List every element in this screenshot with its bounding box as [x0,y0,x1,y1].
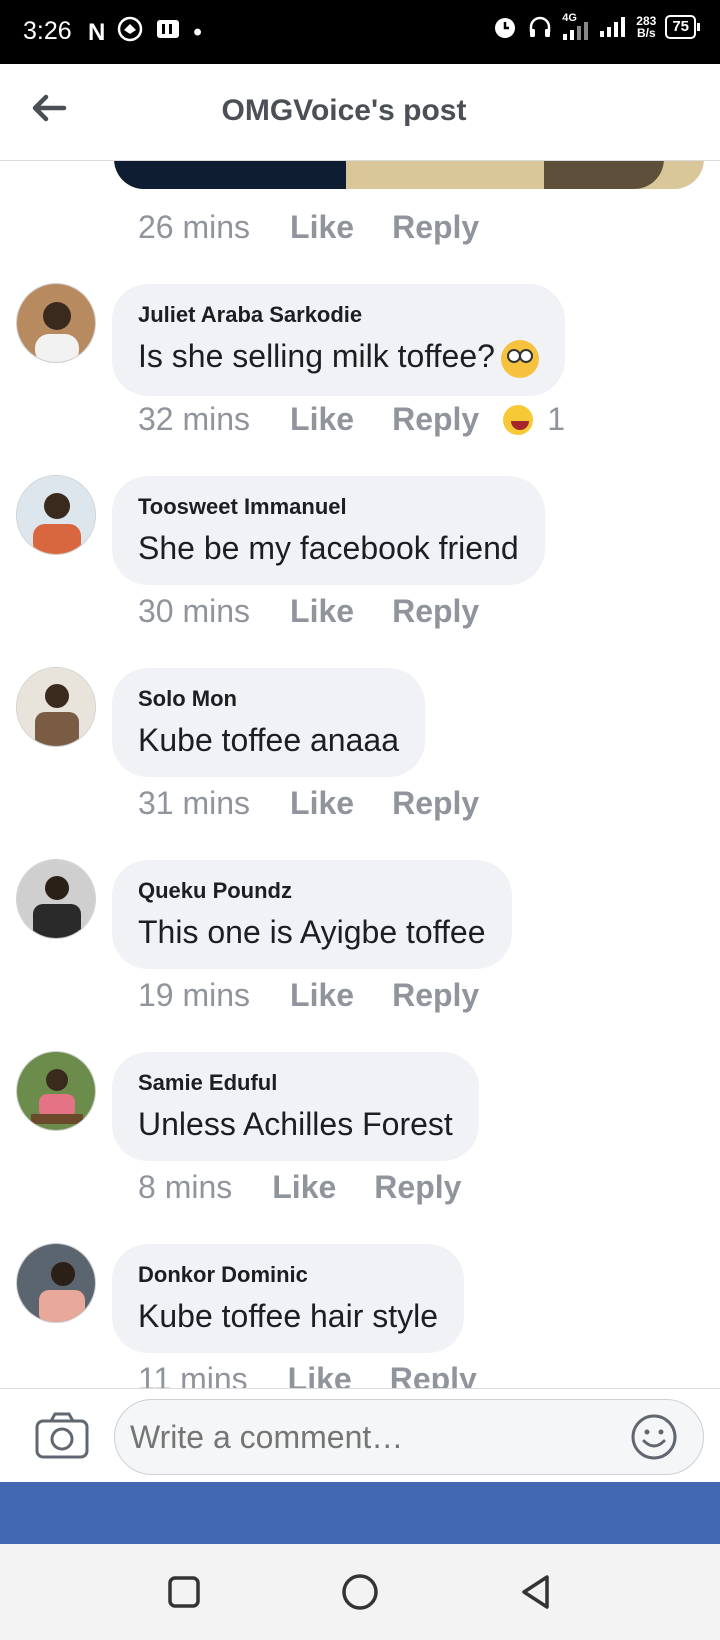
comment-text: She be my facebook friend [138,530,519,566]
comment-author[interactable]: Toosweet Immanuel [138,494,519,520]
signal-icon [600,17,626,37]
comment-bubble[interactable]: Queku Poundz This one is Ayigbe toffee [112,860,512,969]
comment-text: Unless Achilles Forest [138,1106,453,1142]
laughing-emoji-icon [501,402,536,437]
like-button[interactable]: Like [288,1361,352,1388]
avatar[interactable] [16,859,96,939]
avatar[interactable] [16,667,96,747]
comment-actions: 26 mins Like Reply [138,209,479,246]
reply-button[interactable]: Reply [392,593,479,630]
comment-time: 26 mins [138,209,251,245]
comment-input[interactable] [114,1399,704,1475]
status-notification-icons: N • [88,16,202,50]
comment-bubble[interactable]: Samie Eduful Unless Achilles Forest [112,1052,479,1161]
smiley-icon[interactable] [630,1413,678,1461]
comment-author[interactable]: Juliet Araba Sarkodie [138,302,539,328]
comment-text: Is she selling milk toffee? [138,338,539,378]
avatar[interactable] [16,1243,96,1323]
comment-actions: 11 mins Like Reply [138,1361,477,1388]
network-speed: 283 B/s [636,14,657,40]
reply-button[interactable]: Reply [374,1169,461,1206]
signal-4g-icon: 4G [562,12,590,40]
status-bar: 3:26 N • 4G 283 B/s 75 [0,0,720,64]
comment-actions: 32 mins Like Reply 1 [138,401,565,438]
headphones-icon [530,16,551,37]
comment-actions: 19 mins Like Reply [138,977,479,1014]
comment-time: 31 mins [138,785,251,821]
like-button[interactable]: Like [290,593,354,630]
reply-button[interactable]: Reply [392,977,479,1014]
notification-dot: • [193,19,202,46]
bird-icon [117,16,143,50]
reaction-count: 1 [547,401,566,437]
home-icon[interactable] [340,1572,380,1612]
comment-bubble[interactable]: Donkor Dominic Kube toffee hair style [112,1244,465,1353]
app-icon [155,16,181,50]
camera-icon[interactable] [34,1411,90,1461]
comment-bubble[interactable]: Juliet Araba Sarkodie Is she selling mil… [112,284,565,396]
like-button[interactable]: Like [290,977,354,1014]
netflix-icon: N [88,19,106,46]
like-button[interactable]: Like [290,785,354,822]
avatar[interactable] [16,475,96,555]
comment-author[interactable]: Solo Mon [138,686,399,712]
comment-actions: 30 mins Like Reply [138,593,479,630]
comment-text: Kube toffee anaaa [138,722,399,758]
comment-time: 11 mins [138,1361,248,1388]
comments-feed[interactable]: 26 mins Like Reply Juliet Araba Sarkodie… [0,161,720,1388]
recent-apps-icon[interactable] [164,1572,204,1612]
comment-bubble[interactable]: Solo Mon Kube toffee anaaa [112,668,425,777]
comment-bubble[interactable]: Toosweet Immanuel She be my facebook fri… [112,476,545,585]
comment-actions: 8 mins Like Reply [138,1169,461,1206]
reply-button[interactable]: Reply [392,209,479,246]
comment-composer [0,1388,720,1482]
comment-author[interactable]: Queku Poundz [138,878,486,904]
reply-button[interactable]: Reply [392,785,479,822]
status-time: 3:26 [23,17,72,45]
comment-image[interactable] [114,161,704,189]
back-nav-icon[interactable] [516,1572,556,1612]
like-button[interactable]: Like [290,209,354,246]
comment-actions: 31 mins Like Reply [138,785,479,822]
comment-time: 32 mins [138,401,251,437]
comment-text: This one is Ayigbe toffee [138,914,486,950]
app-bottom-bar [0,1482,720,1544]
comment-author[interactable]: Donkor Dominic [138,1262,438,1288]
page-title: OMGVoice's post [221,94,467,127]
like-button[interactable]: Like [272,1169,336,1206]
battery-icon: 75 [665,15,700,39]
comment-author[interactable]: Samie Eduful [138,1070,453,1096]
alarm-icon [495,18,516,38]
reaction-summary[interactable]: 1 [501,401,565,438]
post-header: OMGVoice's post [0,64,720,161]
status-right-icons: 4G 283 B/s 75 [492,12,700,40]
flushed-emoji-icon [500,339,539,378]
reply-button[interactable]: Reply [392,401,479,438]
comment-time: 8 mins [138,1169,233,1205]
comment-text: Kube toffee hair style [138,1298,439,1334]
comment-time: 30 mins [138,593,251,629]
like-button[interactable]: Like [290,401,354,438]
avatar[interactable] [16,283,96,363]
comment-time: 19 mins [138,977,251,1013]
reply-button[interactable]: Reply [390,1361,477,1388]
avatar[interactable] [16,1051,96,1131]
system-nav-bar [0,1544,720,1640]
